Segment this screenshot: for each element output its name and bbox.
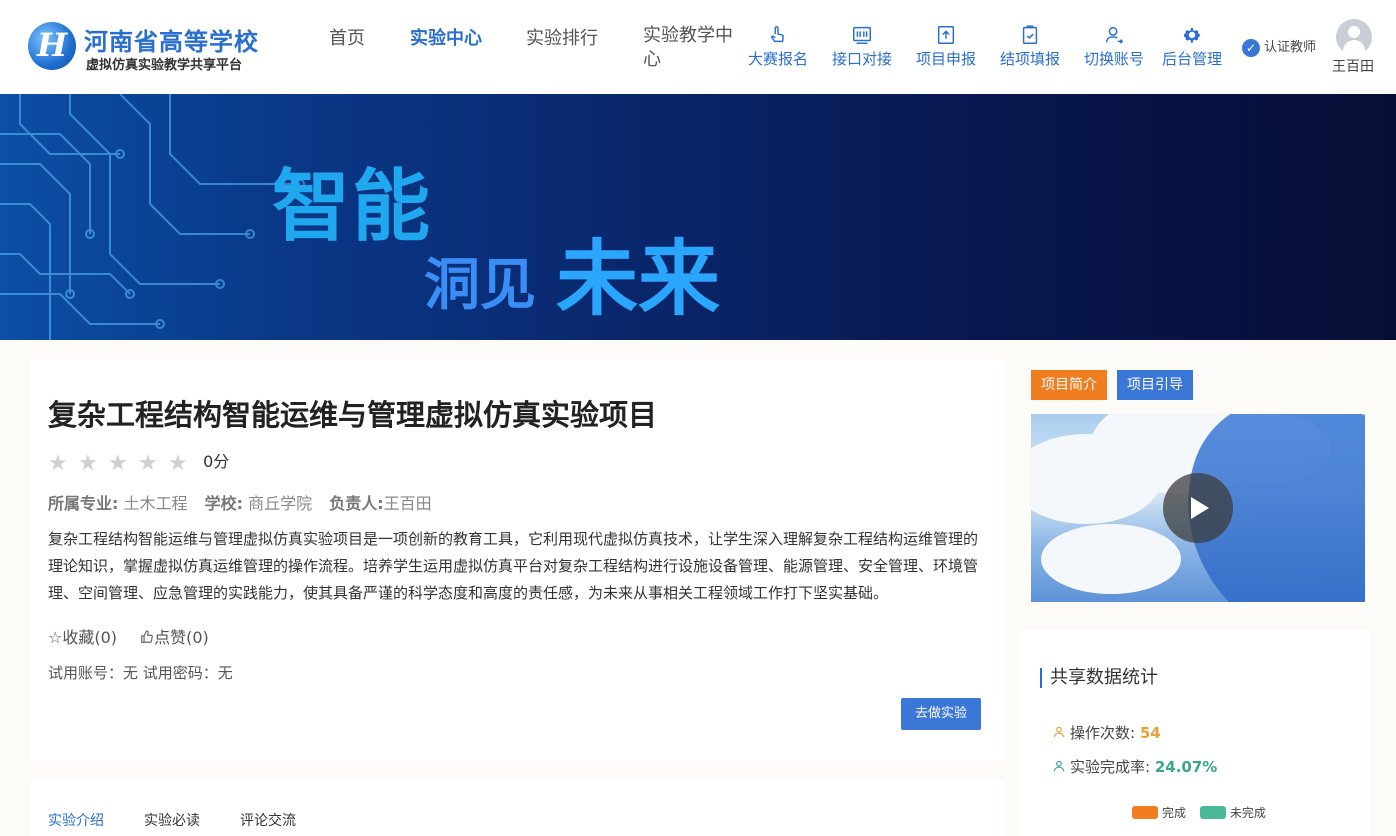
- star-icon[interactable]: ★: [138, 451, 168, 476]
- site-logo[interactable]: H 河南省高等学校 虚拟仿真实验教学共享平台: [28, 20, 278, 76]
- logo-emblem-icon: H: [28, 22, 76, 70]
- nav-experiment-center[interactable]: 实验中心: [410, 24, 482, 50]
- school-key: 学校:: [204, 494, 244, 513]
- banner-text-line3: 未来: [556, 232, 721, 327]
- logo-subtitle: 虚拟仿真实验教学共享平台: [86, 58, 243, 73]
- tab-must-read[interactable]: 实验必读: [144, 810, 200, 830]
- stats-title: 共享数据统计: [1040, 668, 1158, 688]
- tool-project-apply[interactable]: 项目申报: [904, 24, 988, 70]
- logo-title: 河南省高等学校: [84, 28, 259, 56]
- major-value: 土木工程: [123, 494, 188, 513]
- ops-label: 操作次数:: [1070, 724, 1136, 742]
- hero-banner: 智能 洞见 未来: [0, 94, 1396, 340]
- nav-teaching-center[interactable]: 实验教学中心: [643, 24, 735, 72]
- play-icon[interactable]: [1163, 473, 1233, 543]
- tap-icon: [770, 26, 784, 43]
- legend-undone-label: 未完成: [1229, 806, 1266, 820]
- project-title: 复杂工程结构智能运维与管理虚拟仿真实验项目: [48, 398, 658, 432]
- tool-completion-report-label: 结项填报: [999, 50, 1060, 68]
- banner-text-line1: 智能: [272, 162, 433, 252]
- stat-operations: 操作次数: 54: [1052, 722, 1161, 743]
- interface-icon: [853, 26, 871, 44]
- rate-value: 24.07%: [1154, 758, 1218, 776]
- tool-completion-report[interactable]: 结项填报: [988, 24, 1072, 70]
- tool-interface-docking-label: 接口对接: [831, 50, 892, 68]
- star-icon[interactable]: ★: [168, 451, 198, 476]
- tool-switch-account-label: 切换账号: [1083, 50, 1144, 68]
- user-icon: [1053, 726, 1065, 738]
- nav-experiment-ranking[interactable]: 实验排行: [526, 24, 598, 50]
- banner-text-line2: 洞见: [424, 253, 536, 318]
- user-avatar[interactable]: [1336, 19, 1372, 55]
- ops-value: 54: [1139, 724, 1161, 742]
- chart-legend: 完成 未完成: [1132, 804, 1276, 821]
- rating-score: 0分: [203, 452, 230, 471]
- tool-switch-account[interactable]: 切换账号: [1072, 24, 1156, 70]
- rate-label: 实验完成率:: [1070, 758, 1151, 776]
- project-description: 复杂工程结构智能运维与管理虚拟仿真实验项目是一项创新的教育工具，它利用现代虚拟仿…: [48, 526, 982, 607]
- start-experiment-button[interactable]: 去做实验: [901, 698, 981, 730]
- tool-project-apply-label: 项目申报: [915, 50, 976, 68]
- project-card: 复杂工程结构智能运维与管理虚拟仿真实验项目 ★ ★ ★ ★ ★ 0分 所属专业: 土木工…: [30, 360, 1004, 760]
- major-key: 所属专业:: [48, 494, 119, 513]
- tool-interface-docking[interactable]: 接口对接: [820, 24, 904, 70]
- like-label: 点赞(0): [154, 628, 209, 647]
- trial-account-info: 试用账号：无 试用密码：无: [48, 664, 233, 682]
- thumbs-up-icon: [141, 630, 153, 643]
- clipboard-check-icon: [1022, 25, 1038, 44]
- tab-comments[interactable]: 评论交流: [240, 810, 296, 830]
- verified-check-icon: ✓: [1242, 38, 1260, 57]
- owner-value: 王百田: [383, 494, 432, 513]
- rating-stars[interactable]: ★ ★ ★ ★ ★ 0分: [48, 448, 229, 476]
- tab-experiment-intro[interactable]: 实验介绍: [48, 810, 104, 830]
- star-icon[interactable]: ★: [78, 451, 108, 476]
- project-intro-button[interactable]: 项目简介: [1031, 370, 1107, 400]
- cert-label: 认证教师: [1264, 40, 1317, 55]
- shared-stats-panel: 共享数据统计 操作次数: 54 实验完成率: 24.07% 完成 未完成: [1020, 630, 1370, 836]
- nav-home[interactable]: 首页: [329, 24, 365, 50]
- upload-icon: [937, 26, 955, 44]
- top-header: H 河南省高等学校 虚拟仿真实验教学共享平台 首页 实验中心 实验排行 实验教学…: [0, 0, 1396, 94]
- switch-user-icon: [1105, 26, 1124, 44]
- stat-completion-rate: 实验完成率: 24.07%: [1052, 756, 1217, 777]
- tool-admin[interactable]: 后台管理: [1150, 24, 1234, 70]
- project-guide-button[interactable]: 项目引导: [1117, 370, 1193, 400]
- like-button[interactable]: 点赞(0): [140, 628, 227, 647]
- certified-teacher-badge: ✓ 认证教师: [1242, 36, 1316, 57]
- tool-competition-signup[interactable]: 大赛报名: [736, 24, 820, 70]
- tool-admin-label: 后台管理: [1161, 50, 1222, 68]
- legend-done-label: 完成: [1162, 806, 1187, 820]
- tool-competition-signup-label: 大赛报名: [747, 50, 808, 68]
- project-meta: 所属专业: 土木工程 学校: 商丘学院 负责人:王百田: [48, 490, 444, 514]
- project-actions: ☆收藏(0) 点赞(0): [48, 624, 245, 648]
- detail-tabs: 实验介绍 实验必读 评论交流: [30, 780, 1004, 836]
- user-icon: [1053, 760, 1065, 772]
- legend-done[interactable]: 完成: [1132, 806, 1186, 820]
- star-icon[interactable]: ★: [48, 451, 78, 476]
- gear-icon: [1183, 28, 1200, 43]
- project-description-text: 复杂工程结构智能运维与管理虚拟仿真实验项目是一项创新的教育工具，它利用现代虚拟仿…: [48, 530, 979, 602]
- intro-video-player[interactable]: [1031, 414, 1365, 602]
- school-value: 商丘学院: [248, 494, 313, 513]
- nav-teaching-center-label: 实验教学中心: [643, 25, 733, 70]
- star-icon[interactable]: ★: [108, 451, 138, 476]
- owner-key: 负责人:: [329, 494, 384, 513]
- favorite-button[interactable]: ☆收藏(0): [48, 628, 117, 647]
- username[interactable]: 王百田: [1332, 56, 1374, 76]
- legend-undone[interactable]: 未完成: [1199, 806, 1266, 820]
